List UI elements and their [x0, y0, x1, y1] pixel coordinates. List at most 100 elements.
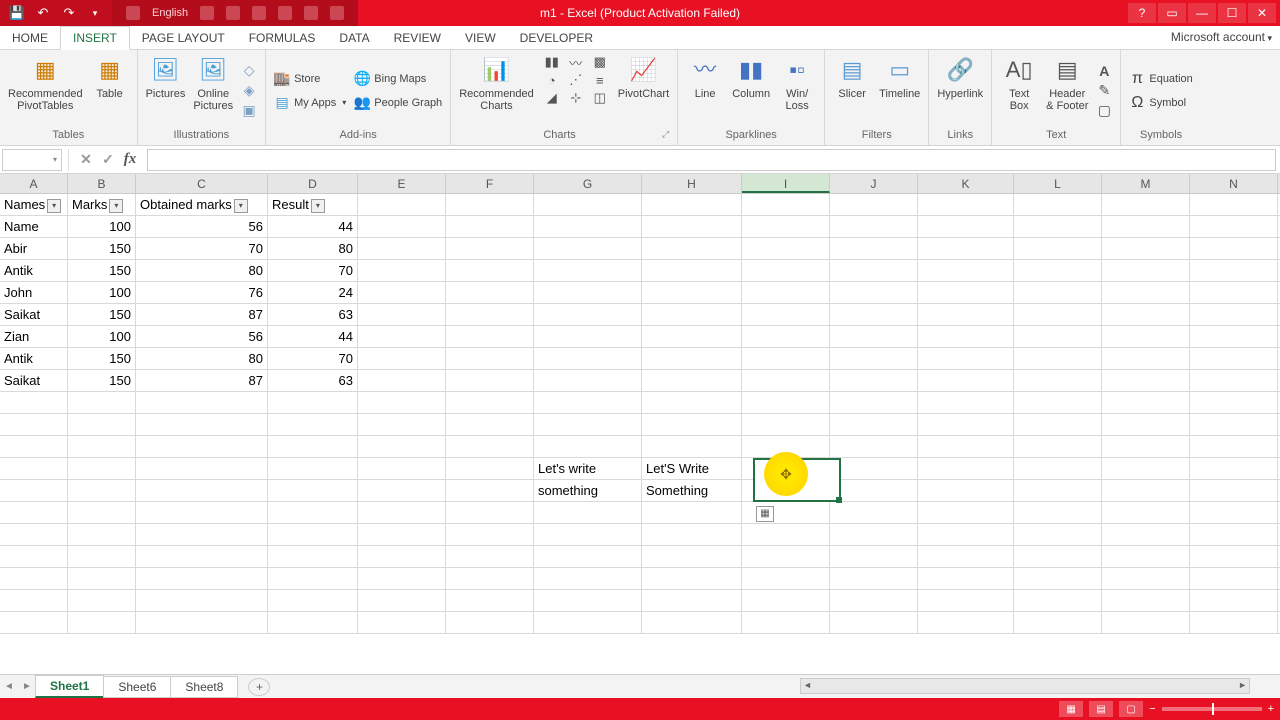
cell[interactable]: Something	[642, 480, 742, 501]
col-header[interactable]: E	[358, 174, 446, 193]
screenshot-button[interactable]: ▣	[239, 102, 259, 120]
ribbon-options-icon[interactable]: ▭	[1158, 3, 1186, 23]
cell[interactable]: 80	[136, 260, 268, 281]
undo-icon[interactable]: ↶	[32, 3, 54, 23]
smartart-button[interactable]: ◈	[239, 82, 259, 100]
column-chart-icon[interactable]: ▮▮	[542, 54, 562, 70]
cell[interactable]: Zian	[0, 326, 68, 347]
filter-dropdown-icon[interactable]: ▾	[109, 199, 123, 213]
col-header[interactable]: F	[446, 174, 534, 193]
pie-chart-icon[interactable]: ◔	[542, 72, 562, 88]
symbol-button[interactable]: ΩSymbol	[1127, 94, 1194, 112]
cell[interactable]: something	[534, 480, 642, 501]
shapes-button[interactable]: ◇	[239, 62, 259, 80]
col-header[interactable]: J	[830, 174, 918, 193]
col-header[interactable]: G	[534, 174, 642, 193]
horizontal-scrollbar[interactable]	[800, 678, 1250, 694]
cell[interactable]: 150	[68, 260, 136, 281]
recommended-charts-button[interactable]: 📊Recommended Charts	[457, 52, 536, 114]
table-header-cell[interactable]: Marks▾	[68, 194, 136, 215]
bing-maps-button[interactable]: 🌐Bing Maps	[352, 70, 444, 88]
wordart-button[interactable]: A	[1094, 62, 1114, 80]
bar-chart-icon[interactable]: ≡	[590, 72, 610, 88]
tab-home[interactable]: HOME	[0, 27, 60, 49]
col-header-active[interactable]: I	[742, 174, 830, 193]
col-header[interactable]: A	[0, 174, 68, 193]
zoom-slider[interactable]	[1162, 707, 1262, 711]
combo-chart-icon[interactable]: ◫	[590, 90, 610, 106]
equation-button[interactable]: πEquation	[1127, 70, 1194, 88]
cell[interactable]: 100	[68, 216, 136, 237]
col-header[interactable]: B	[68, 174, 136, 193]
signature-button[interactable]: ✎	[1094, 82, 1114, 100]
tab-developer[interactable]: DEVELOPER	[508, 27, 605, 49]
normal-view-icon[interactable]: ▦	[1059, 701, 1083, 717]
save-icon[interactable]: 💾	[6, 3, 28, 23]
cancel-formula-icon[interactable]: ✕	[75, 149, 97, 171]
filter-dropdown-icon[interactable]: ▾	[234, 199, 248, 213]
tab-review[interactable]: REVIEW	[382, 27, 453, 49]
col-header[interactable]: K	[918, 174, 1014, 193]
object-button[interactable]: ▢	[1094, 102, 1114, 120]
hyperlink-button[interactable]: 🔗Hyperlink	[935, 52, 985, 102]
col-header[interactable]: N	[1190, 174, 1278, 193]
cell[interactable]: John	[0, 282, 68, 303]
sheet-tab[interactable]: Sheet8	[170, 676, 238, 698]
cell[interactable]: Antik	[0, 348, 68, 369]
cell[interactable]: 87	[136, 370, 268, 391]
cell[interactable]: Saikat	[0, 304, 68, 325]
table-header-cell[interactable]: Result▾	[268, 194, 358, 215]
cell[interactable]: 100	[68, 282, 136, 303]
cell[interactable]: 44	[268, 326, 358, 347]
account-menu[interactable]: Microsoft account	[1171, 30, 1272, 44]
col-header[interactable]: L	[1014, 174, 1102, 193]
area-chart-icon[interactable]: ◢	[542, 90, 562, 106]
cell[interactable]: Name	[0, 216, 68, 237]
close-icon[interactable]: ✕	[1248, 3, 1276, 23]
online-pictures-button[interactable]: 🖼Online Pictures	[191, 52, 235, 114]
treemap-icon[interactable]: ▩	[590, 54, 610, 70]
cell[interactable]: 70	[136, 238, 268, 259]
store-button[interactable]: 🏬Store	[272, 70, 348, 88]
header-footer-button[interactable]: ▤Header & Footer	[1044, 52, 1090, 114]
pivotchart-button[interactable]: 📈PivotChart	[616, 52, 671, 102]
autofill-options-icon[interactable]: ▦	[756, 506, 774, 522]
table-header-cell[interactable]: Obtained marks▾	[136, 194, 268, 215]
cell[interactable]: 80	[268, 238, 358, 259]
qat-customize-icon[interactable]: ▾	[84, 3, 106, 23]
my-apps-button[interactable]: ▤My Apps▾	[272, 94, 348, 112]
dialog-launcher-icon[interactable]: ⤢	[662, 129, 671, 143]
add-sheet-button[interactable]: +	[248, 678, 270, 696]
sparkline-line-button[interactable]: 〰Line	[684, 52, 726, 102]
tab-view[interactable]: VIEW	[453, 27, 508, 49]
page-layout-view-icon[interactable]: ▤	[1089, 701, 1113, 717]
people-graph-button[interactable]: 👥People Graph	[352, 94, 444, 112]
slicer-button[interactable]: ▤Slicer	[831, 52, 873, 102]
page-break-view-icon[interactable]: ▢	[1119, 701, 1143, 717]
cell[interactable]: 150	[68, 304, 136, 325]
timeline-button[interactable]: ▭Timeline	[877, 52, 922, 102]
col-header[interactable]: H	[642, 174, 742, 193]
cell[interactable]: 56	[136, 326, 268, 347]
cell[interactable]: 70	[268, 348, 358, 369]
line-chart-icon[interactable]: 〰	[566, 54, 586, 70]
cell[interactable]: 80	[136, 348, 268, 369]
cell[interactable]: Let's write	[534, 458, 642, 479]
formula-input[interactable]	[147, 149, 1276, 171]
tab-formulas[interactable]: FORMULAS	[237, 27, 328, 49]
grid-body[interactable]: Names▾ Marks▾ Obtained marks▾ Result▾ Na…	[0, 194, 1280, 634]
cell[interactable]: 24	[268, 282, 358, 303]
tab-page-layout[interactable]: PAGE LAYOUT	[130, 27, 237, 49]
cell[interactable]: Abir	[0, 238, 68, 259]
cell[interactable]: Saikat	[0, 370, 68, 391]
sheet-nav-prev-icon[interactable]: ◄	[0, 681, 18, 692]
table-button[interactable]: ▦Table	[89, 52, 131, 102]
fx-icon[interactable]: fx	[119, 149, 141, 171]
stock-chart-icon[interactable]: ⊹	[566, 90, 586, 106]
tab-insert[interactable]: INSERT	[60, 26, 130, 50]
cell[interactable]: 87	[136, 304, 268, 325]
cell[interactable]: 70	[268, 260, 358, 281]
cell[interactable]: 76	[136, 282, 268, 303]
cell[interactable]: 150	[68, 370, 136, 391]
cell[interactable]: Let'S Write	[642, 458, 742, 479]
